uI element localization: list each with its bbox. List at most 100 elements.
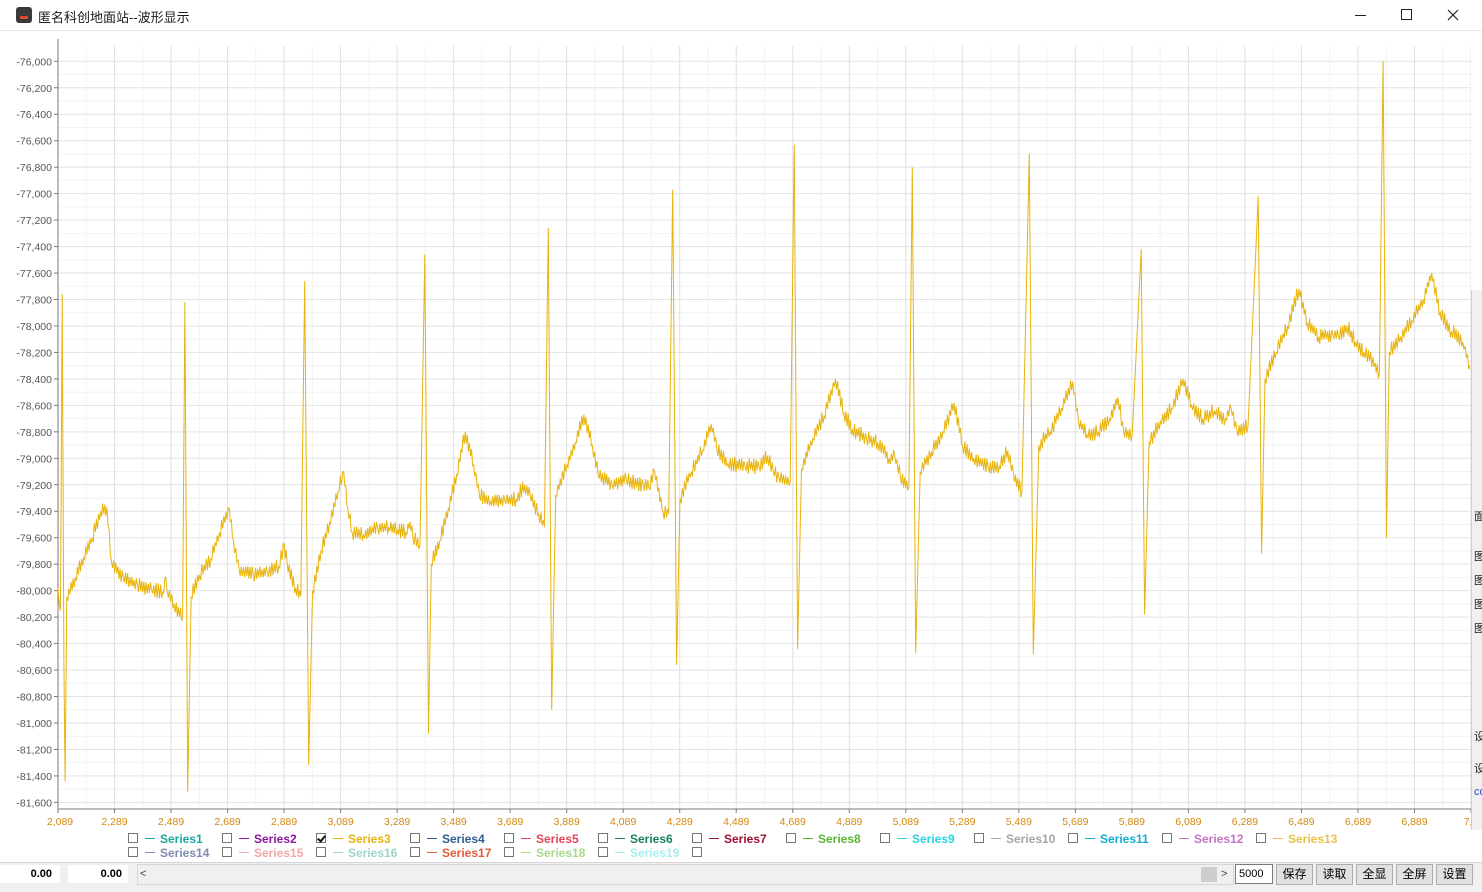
legend-checkbox[interactable]	[974, 833, 984, 843]
series-legend: Series1 Series2 Series3 Series4 Series5 Serie…	[128, 832, 1468, 862]
x-tick-label: 5,489	[1006, 816, 1032, 828]
minimize-button[interactable]	[1338, 0, 1384, 30]
legend-swatch	[897, 838, 907, 839]
legend-checkbox[interactable]	[316, 847, 326, 857]
legend-swatch	[709, 838, 719, 839]
legend-swatch	[427, 852, 437, 853]
close-button[interactable]	[1430, 0, 1476, 30]
side-panel-fragment: 图	[1474, 599, 1482, 611]
legend-checkbox[interactable]	[128, 847, 138, 857]
horizontal-scrollbar[interactable]: < >	[137, 864, 1234, 885]
scroll-thumb[interactable]	[1201, 867, 1217, 882]
maximize-button[interactable]	[1384, 0, 1430, 30]
load-button[interactable]: 读取	[1316, 864, 1353, 885]
x-tick-label: 4,889	[836, 816, 862, 828]
legend-swatch	[521, 838, 531, 839]
legend-label: Series15	[254, 846, 304, 860]
legend-checkbox[interactable]	[692, 833, 702, 843]
legend-swatch	[803, 838, 813, 839]
legend-extra-checkbox[interactable]	[692, 847, 702, 857]
legend-checkbox[interactable]	[316, 833, 326, 843]
legend-label: Series12	[1194, 832, 1244, 846]
y-tick-label: -81,400	[16, 771, 52, 783]
x-tick-label: 6,089	[1175, 816, 1201, 828]
sample-count-input[interactable]	[1235, 864, 1273, 884]
y-tick-label: -78,800	[16, 427, 52, 439]
y-tick-label: -81,600	[16, 797, 52, 809]
side-panel-fragment: 图	[1474, 623, 1482, 635]
settings-button[interactable]: 设置	[1436, 864, 1473, 885]
legend-swatch	[615, 838, 625, 839]
legend-checkbox[interactable]	[1162, 833, 1172, 843]
legend-swatch	[145, 852, 155, 853]
legend-checkbox[interactable]	[1256, 833, 1266, 843]
legend-label: Series3	[348, 832, 391, 846]
legend-label: Series7	[724, 832, 767, 846]
legend-checkbox[interactable]	[410, 847, 420, 857]
legend-checkbox[interactable]	[504, 833, 514, 843]
legend-swatch	[615, 852, 625, 853]
x-tick-label: 2,489	[158, 816, 184, 828]
legend-checkbox[interactable]	[598, 833, 608, 843]
show-all-button[interactable]: 全显	[1356, 864, 1393, 885]
x-tick-label: 5,289	[949, 816, 975, 828]
x-tick-label: 5,889	[1119, 816, 1145, 828]
legend-checkbox[interactable]	[880, 833, 890, 843]
legend-checkbox[interactable]	[598, 847, 608, 857]
x-tick-label: 6,489	[1288, 816, 1314, 828]
legend-swatch	[427, 838, 437, 839]
side-panel-fragment: 设	[1474, 731, 1482, 743]
waveform-chart-svg[interactable]: -76,000 -76,200 -76,400 -76,600 -76,800 -77,0…	[0, 31, 1471, 831]
legend-label: Series19	[630, 846, 680, 860]
side-panel-edge: 面图图图图设设co	[1471, 290, 1482, 830]
window-title: 匿名科创地面站--波形显示	[38, 10, 190, 25]
scroll-right-icon[interactable]: >	[1221, 868, 1227, 880]
legend-swatch	[145, 838, 155, 839]
legend-swatch	[333, 852, 343, 853]
y-tick-label: -79,400	[16, 506, 52, 518]
waveform-chart[interactable]: -76,000 -76,200 -76,400 -76,600 -76,800 -77,0…	[0, 31, 1482, 831]
y-tick-label: -80,200	[16, 612, 52, 624]
legend-checkbox[interactable]	[222, 833, 232, 843]
y-tick-label: -77,400	[16, 242, 52, 254]
fullscreen-button[interactable]: 全屏	[1396, 864, 1433, 885]
legend-checkbox[interactable]	[786, 833, 796, 843]
y-tick-label: -78,000	[16, 321, 52, 333]
legend-checkbox[interactable]	[410, 833, 420, 843]
legend-label: Series4	[442, 832, 485, 846]
legend-swatch	[521, 852, 531, 853]
legend-label: Series11	[1100, 832, 1149, 846]
maximize-icon	[1401, 9, 1412, 20]
y-tick-label: -77,000	[16, 189, 52, 201]
y-tick-label: -79,800	[16, 559, 52, 571]
x-tick-label: 7,0	[1464, 816, 1471, 828]
y-tick-label: -81,000	[16, 718, 52, 730]
save-button[interactable]: 保存	[1276, 864, 1313, 885]
scroll-left-icon[interactable]: <	[140, 868, 146, 880]
legend-checkbox[interactable]	[504, 847, 514, 857]
y-tick-label: -76,200	[16, 83, 52, 95]
legend-checkbox[interactable]	[128, 833, 138, 843]
chart-grid	[57, 46, 1471, 809]
x-tick-label: 6,289	[1232, 816, 1258, 828]
legend-label: Series1	[160, 832, 203, 846]
legend-label: Series18	[536, 846, 586, 860]
chart-series	[57, 61, 1471, 792]
legend-label: Series6	[630, 832, 673, 846]
side-panel-fragment: 面	[1474, 511, 1482, 523]
legend-checkbox[interactable]	[222, 847, 232, 857]
legend-swatch	[1273, 838, 1283, 839]
legend-checkbox[interactable]	[1068, 833, 1078, 843]
bottom-toolbar: 0.00 0.00 < > 保存 读取 全显 全屏 设置	[0, 862, 1482, 892]
y-tick-label: -79,200	[16, 480, 52, 492]
legend-label: Series8	[818, 832, 861, 846]
x-tick-label: 2,689	[214, 816, 240, 828]
y-tick-label: -78,400	[16, 374, 52, 386]
side-panel-fragment: 图	[1474, 551, 1482, 563]
legend-swatch	[1179, 838, 1189, 839]
legend-swatch	[239, 838, 249, 839]
x-tick-label: 2,289	[101, 816, 127, 828]
legend-label: Series13	[1288, 832, 1338, 846]
y-tick-label: -77,800	[16, 295, 52, 307]
x-tick-label: 3,689	[497, 816, 523, 828]
